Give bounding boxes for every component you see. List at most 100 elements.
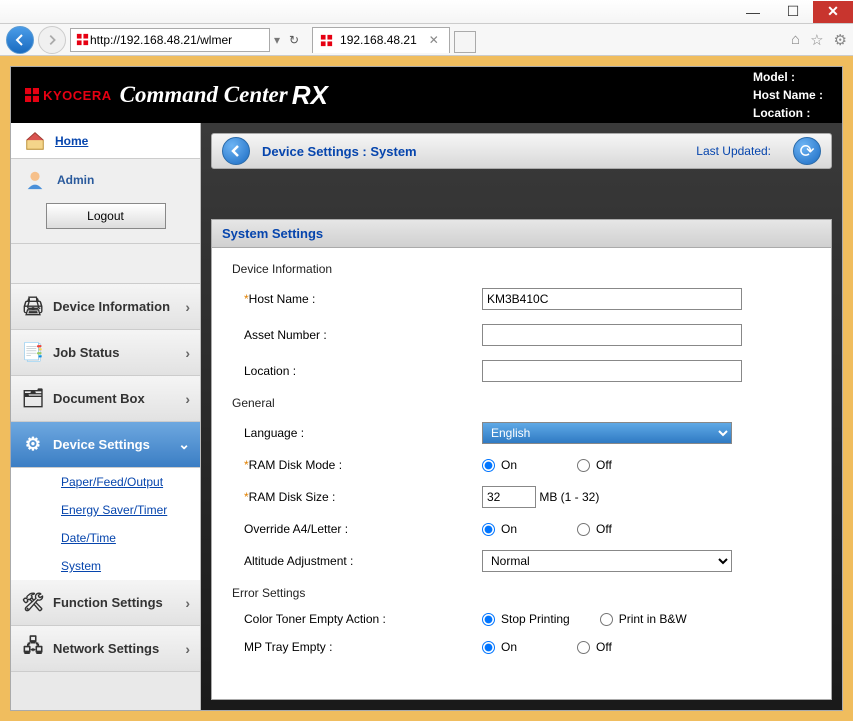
device-settings-icon: ⚙ <box>21 434 45 456</box>
altitude-select[interactable]: Normal <box>482 550 732 572</box>
header-device-info: Model : Host Name : Location : <box>753 68 828 122</box>
forward-button[interactable] <box>38 26 66 54</box>
subnav-paper-feed[interactable]: Paper/Feed/Output <box>11 468 200 496</box>
override-off[interactable]: Off <box>577 522 612 536</box>
url-host: 192.168.48.21 <box>120 33 197 47</box>
ramsize-label: RAM Disk Size : <box>249 490 336 504</box>
chevron-right-icon: › <box>185 345 190 361</box>
kyocera-logo: KYOCERA <box>25 88 112 103</box>
chevron-right-icon: › <box>185 641 190 657</box>
altitude-label: Altitude Adjustment : <box>244 554 353 568</box>
chevron-right-icon: › <box>185 299 190 315</box>
sidebar-item-job-status[interactable]: 📑 Job Status › <box>11 330 200 376</box>
settings-icon[interactable]: ⚙ <box>834 31 847 49</box>
browser-tab[interactable]: 192.168.48.21 ✕ <box>312 27 450 53</box>
ramsize-unit: MB (1 - 32) <box>539 490 599 504</box>
ctoner-label: Color Toner Empty Action : <box>244 612 386 626</box>
breadcrumb-text: Device Settings : System <box>262 144 417 159</box>
back-button[interactable] <box>6 26 34 54</box>
tab-close-icon[interactable]: ✕ <box>429 33 439 47</box>
sidebar: Home Admin Logout 🖨 Device Information <box>11 123 201 710</box>
ramdiskmode-on[interactable]: On <box>482 458 517 472</box>
new-tab-button[interactable] <box>454 31 476 53</box>
ramdiskmode-label: RAM Disk Mode : <box>249 458 342 472</box>
back-button[interactable] <box>222 137 250 165</box>
sidebar-item-label: Job Status <box>53 345 119 360</box>
minimize-button[interactable]: — <box>733 1 773 23</box>
subnav-date-time[interactable]: Date/Time <box>11 524 200 552</box>
sidebar-item-label: Device Information <box>53 299 170 314</box>
hostname-input[interactable] <box>482 288 742 310</box>
reload-button[interactable]: ↻ <box>284 30 304 50</box>
sidebar-user: Admin Logout <box>11 159 200 244</box>
subnav-energy-saver[interactable]: Energy Saver/Timer <box>11 496 200 524</box>
override-label: Override A4/Letter : <box>244 522 348 536</box>
document-box-icon: 🗂 <box>21 388 45 410</box>
logout-button[interactable]: Logout <box>46 203 166 229</box>
ctoner-bw[interactable]: Print in B&W <box>600 612 687 626</box>
product-rx: RX <box>292 80 328 111</box>
mptray-on[interactable]: On <box>482 640 517 654</box>
section-device-info: Device Information <box>232 262 811 276</box>
tab-title: 192.168.48.21 <box>340 33 417 47</box>
favicon-kyocera <box>319 33 334 48</box>
sidebar-item-label: Document Box <box>53 391 145 406</box>
ramdiskmode-off[interactable]: Off <box>577 458 612 472</box>
close-button[interactable]: ✕ <box>813 1 853 23</box>
address-bar[interactable]: http://192.168.48.21/wlmer <box>70 28 270 52</box>
home-link[interactable]: Home <box>55 134 88 148</box>
window-titlebar: — ☐ ✕ <box>0 0 853 24</box>
location-label: Location : <box>244 364 296 378</box>
breadcrumb: Device Settings : System Last Updated: ⟳ <box>211 133 832 169</box>
sidebar-item-document-box[interactable]: 🗂 Document Box › <box>11 376 200 422</box>
sidebar-item-device-settings[interactable]: ⚙ Device Settings ⌄ <box>11 422 200 468</box>
home-icon[interactable]: ⌂ <box>791 31 800 49</box>
dropdown-icon[interactable]: ▾ <box>274 33 280 47</box>
product-title: Command Center <box>120 82 288 108</box>
override-on[interactable]: On <box>482 522 517 536</box>
sidebar-home[interactable]: Home <box>11 123 200 159</box>
section-general: General <box>232 396 811 410</box>
refresh-button[interactable]: ⟳ <box>793 137 821 165</box>
sidebar-spacer <box>11 244 200 284</box>
job-status-icon: 📑 <box>21 342 45 364</box>
chevron-down-icon: ⌄ <box>178 436 190 453</box>
hostname-label: Host Name : <box>249 292 316 306</box>
subnav-system[interactable]: System <box>11 552 200 580</box>
panel-title: System Settings <box>212 220 831 248</box>
mptray-label: MP Tray Empty : <box>244 640 332 654</box>
ctoner-stop[interactable]: Stop Printing <box>482 612 570 626</box>
location-input[interactable] <box>482 360 742 382</box>
sidebar-item-function-settings[interactable]: 🛠 Function Settings › <box>11 580 200 626</box>
sidebar-item-network-settings[interactable]: 🖧 Network Settings › <box>11 626 200 672</box>
app-header: KYOCERA Command Center RX Model : Host N… <box>11 67 842 123</box>
chevron-right-icon: › <box>185 595 190 611</box>
asset-label: Asset Number : <box>244 328 327 342</box>
chevron-right-icon: › <box>185 391 190 407</box>
section-error-settings: Error Settings <box>232 586 811 600</box>
browser-toolbar: http://192.168.48.21/wlmer ▾ ↻ 192.168.4… <box>0 24 853 56</box>
ramsize-input[interactable] <box>482 486 536 508</box>
url-scheme: http:// <box>90 33 120 47</box>
maximize-button[interactable]: ☐ <box>773 1 813 23</box>
mptray-off[interactable]: Off <box>577 640 612 654</box>
last-updated-label: Last Updated: <box>696 144 771 158</box>
sidebar-item-label: Network Settings <box>53 641 159 656</box>
url-path: /wlmer <box>197 33 232 47</box>
sidebar-item-label: Function Settings <box>53 595 163 610</box>
network-settings-icon: 🖧 <box>21 638 45 660</box>
user-icon <box>23 169 47 191</box>
favorites-icon[interactable]: ☆ <box>810 31 823 49</box>
device-info-icon: 🖨 <box>21 296 45 318</box>
settings-panel: System Settings Device Information *Host… <box>211 219 832 700</box>
language-select[interactable]: English <box>482 422 732 444</box>
sidebar-item-label: Device Settings <box>53 437 150 452</box>
user-name: Admin <box>57 173 94 187</box>
sidebar-item-device-information[interactable]: 🖨 Device Information › <box>11 284 200 330</box>
home-icon <box>23 130 47 152</box>
sidebar-submenu: Paper/Feed/Output Energy Saver/Timer Dat… <box>11 468 200 580</box>
asset-input[interactable] <box>482 324 742 346</box>
favicon-kyocera <box>75 32 90 47</box>
language-label: Language : <box>244 426 304 440</box>
function-settings-icon: 🛠 <box>21 592 45 614</box>
